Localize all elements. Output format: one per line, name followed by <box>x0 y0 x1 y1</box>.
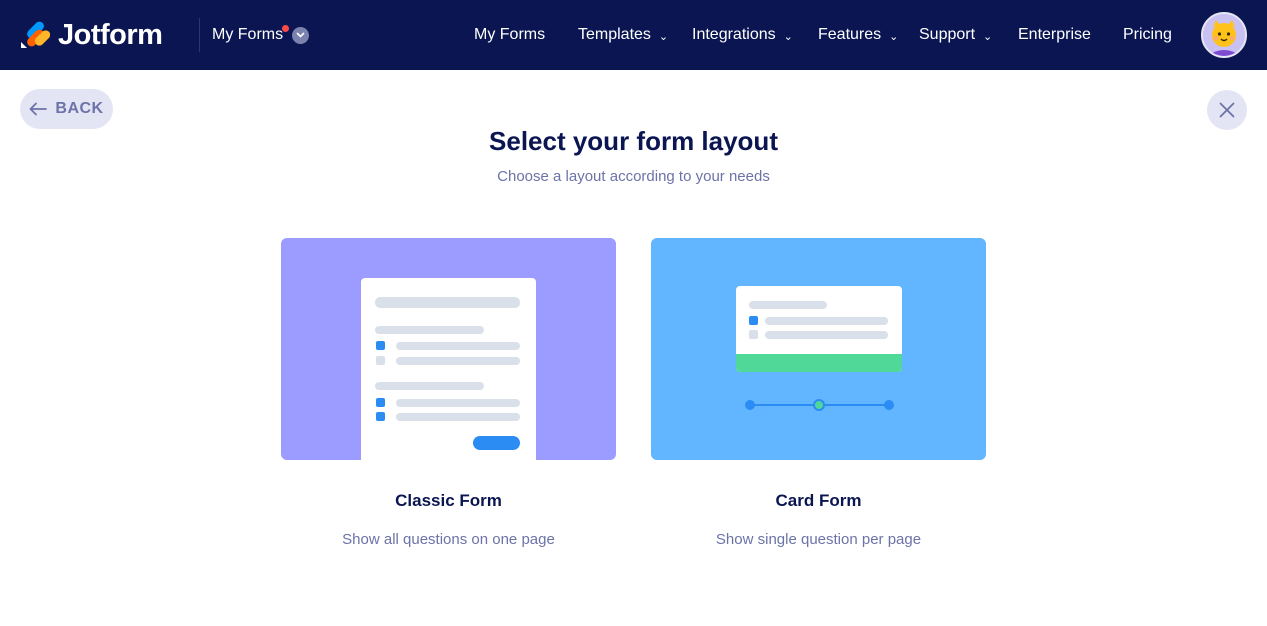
back-button-label: BACK <box>55 100 104 117</box>
logo-text: Jotform <box>58 18 163 51</box>
avatar-icon <box>1203 14 1245 56</box>
jotform-logo-icon <box>20 21 50 49</box>
card-form-title: Card Form <box>775 491 862 510</box>
close-icon <box>1219 102 1235 118</box>
card-form-paper <box>736 286 902 372</box>
step-dot <box>745 400 755 410</box>
chevron-down-icon: ⌄ <box>783 30 793 43</box>
arrow-left-icon <box>29 102 48 116</box>
jotform-logo[interactable]: Jotform <box>18 18 163 52</box>
chevron-down-icon: ⌄ <box>983 30 993 43</box>
card-form-illustration <box>651 238 986 460</box>
chevron-down-icon: ⌄ <box>658 30 669 43</box>
chevron-down-icon: ⌄ <box>889 30 899 43</box>
nav-integrations[interactable]: Integrations ⌄ <box>692 24 793 46</box>
top-navbar: Jotform My Forms My Forms Templates ⌄ Int… <box>0 0 1267 70</box>
my-forms-switcher[interactable]: My Forms <box>212 24 310 46</box>
nav-pricing[interactable]: Pricing <box>1123 24 1172 46</box>
nav-my-forms[interactable]: My Forms <box>474 24 545 46</box>
nav-enterprise[interactable]: Enterprise <box>1018 24 1091 46</box>
step-dot-active <box>813 399 825 411</box>
chevron-down-icon <box>292 26 310 44</box>
nav-features[interactable]: Features ⌄ <box>818 24 898 46</box>
classic-form-description: Show all questions on one page <box>342 531 555 548</box>
nav-templates[interactable]: Templates ⌄ <box>578 24 668 46</box>
back-button[interactable]: BACK <box>20 89 113 129</box>
user-avatar[interactable] <box>1201 12 1247 58</box>
page-subtitle: Choose a layout according to your needs <box>497 168 770 185</box>
classic-form-option[interactable]: Classic Form Show all questions on one p… <box>281 238 616 548</box>
nav-support[interactable]: Support ⌄ <box>919 24 992 46</box>
header-divider <box>199 18 200 52</box>
classic-form-illustration <box>281 238 616 460</box>
card-form-description: Show single question per page <box>715 531 922 548</box>
switcher-label: My Forms <box>212 25 290 44</box>
notification-dot <box>282 25 290 32</box>
classic-form-title: Classic Form <box>395 491 502 510</box>
step-dot <box>884 400 894 410</box>
close-button[interactable] <box>1207 90 1247 130</box>
card-form-option[interactable]: Card Form Show single question per page <box>651 238 986 548</box>
page-title: Select your form layout <box>489 126 778 156</box>
classic-form-paper <box>361 278 536 460</box>
